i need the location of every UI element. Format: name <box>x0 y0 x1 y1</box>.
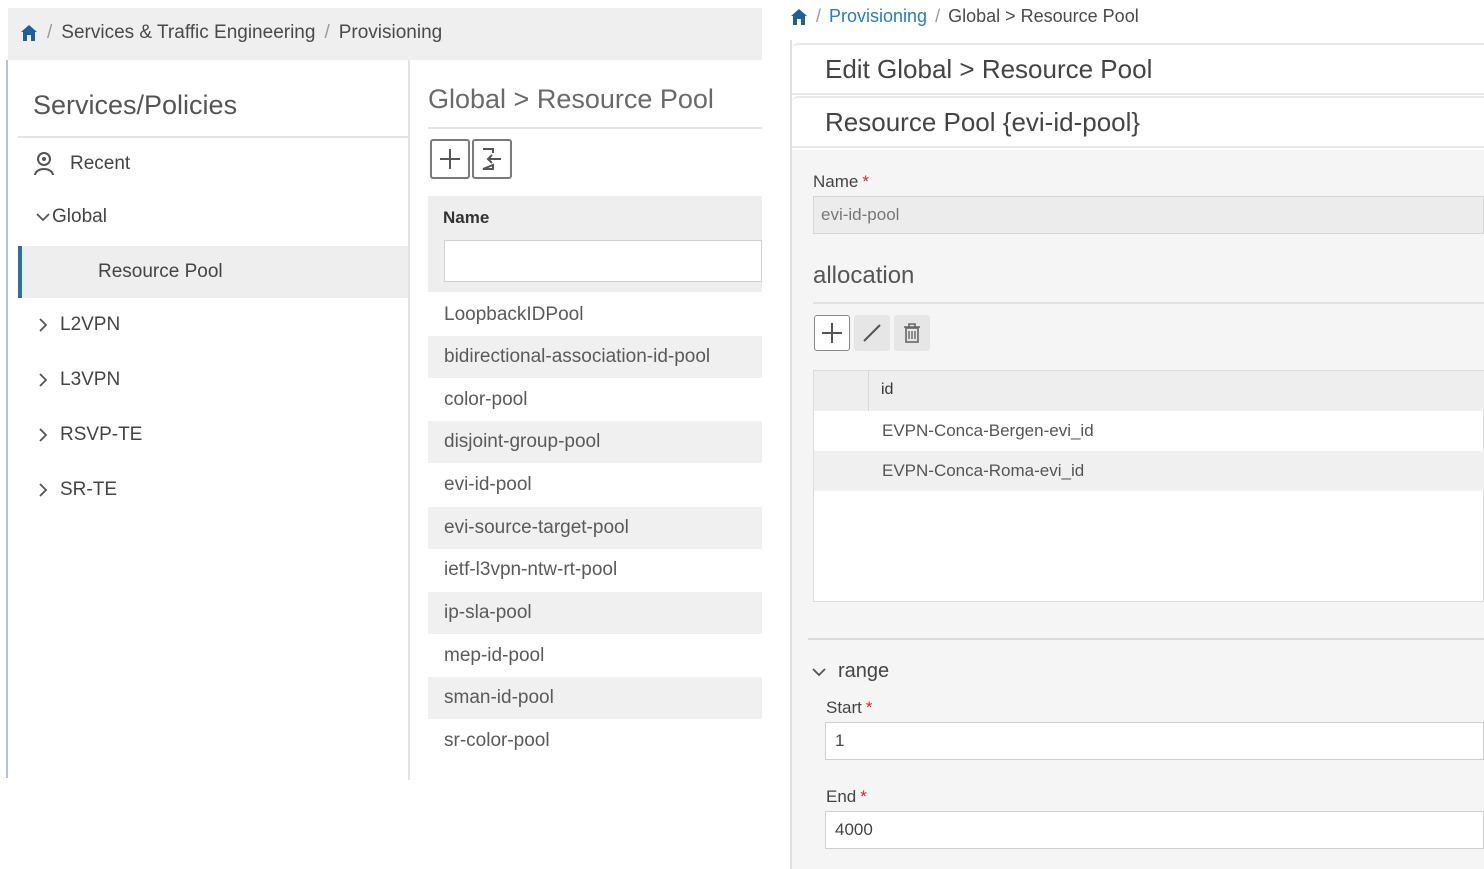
sidebar-item-label: RSVP-TE <box>60 424 143 445</box>
import-button[interactable] <box>472 139 512 179</box>
sidebar-item-label: Resource Pool <box>98 261 223 282</box>
plus-icon <box>822 323 842 343</box>
resource-pool-list-panel: Global > Resource Pool Name LoopbackIDPo… <box>428 60 762 780</box>
table-header: id <box>814 371 1484 411</box>
table-row[interactable]: EVPN-Conca-Roma-evi_id <box>814 451 1484 491</box>
pool-title: Resource Pool {evi-id-pool} <box>792 96 1484 148</box>
list-item[interactable]: disjoint-group-pool <box>428 421 762 463</box>
list-item[interactable]: mep-id-pool <box>428 635 762 677</box>
sidebar-item-resource-pool[interactable]: Resource Pool <box>18 246 408 298</box>
divider <box>808 638 1484 640</box>
list-item[interactable]: color-pool <box>428 379 762 421</box>
breadcrumb-current: Global > Resource Pool <box>948 6 1139 26</box>
end-label-text: End <box>826 787 857 806</box>
list-title: Global > Resource Pool <box>428 84 714 114</box>
list-item[interactable]: evi-id-pool <box>428 464 762 506</box>
list-item[interactable]: LoopbackIDPool <box>428 294 762 336</box>
list-item[interactable]: ietf-l3vpn-ntw-rt-pool <box>428 549 762 591</box>
sidebar: Services/Policies Recent Global Resource… <box>18 60 410 780</box>
home-icon[interactable] <box>20 24 38 42</box>
plus-icon <box>440 149 460 169</box>
import-icon <box>482 148 501 170</box>
required-marker: * <box>860 787 867 806</box>
allocation-table: id EVPN-Conca-Bergen-evi_id EVPN-Conca-R… <box>813 370 1484 602</box>
breadcrumb: / Services & Traffic Engineering / Provi… <box>20 22 442 44</box>
divider <box>428 127 762 129</box>
list-item[interactable]: sr-color-pool <box>428 720 762 762</box>
list-item[interactable]: ip-sla-pool <box>428 592 762 634</box>
start-field[interactable]: 1 <box>825 722 1484 760</box>
column-header-id[interactable]: id <box>881 381 893 399</box>
delete-allocation-button[interactable] <box>894 315 930 351</box>
sidebar-item-label: Global <box>52 206 107 227</box>
sidebar-item-label: L3VPN <box>60 369 121 390</box>
chevron-down-icon <box>812 667 826 676</box>
window-edge <box>6 60 8 778</box>
sidebar-item-global[interactable]: Global <box>18 191 408 243</box>
breadcrumb-separator: / <box>47 22 53 43</box>
start-label: Start * <box>826 698 873 718</box>
chevron-right-icon <box>39 373 48 387</box>
range-section-toggle[interactable]: range <box>810 660 889 683</box>
required-marker: * <box>862 172 869 191</box>
sidebar-item-label: Recent <box>70 153 131 174</box>
breadcrumb-separator: / <box>935 6 941 26</box>
chevron-right-icon <box>39 318 48 332</box>
chevron-right-icon <box>39 483 48 497</box>
list-item[interactable]: bidirectional-association-id-pool <box>428 336 762 378</box>
add-button[interactable] <box>430 139 470 179</box>
edit-title: Edit Global > Resource Pool <box>792 43 1484 95</box>
name-label: Name * <box>813 172 869 192</box>
sidebar-item-label: SR-TE <box>60 479 117 500</box>
end-label: End * <box>826 787 867 807</box>
column-header-name[interactable]: Name <box>428 196 762 240</box>
sidebar-item-sr-te[interactable]: SR-TE <box>18 464 408 516</box>
home-icon[interactable] <box>790 8 808 26</box>
edit-allocation-button[interactable] <box>854 315 890 351</box>
chevron-right-icon <box>39 428 48 442</box>
filter-row <box>428 240 762 292</box>
start-label-text: Start <box>826 698 862 717</box>
resource-pool-list-screen: / Services & Traffic Engineering / Provi… <box>0 0 762 780</box>
sidebar-item-l2vpn[interactable]: L2VPN <box>18 299 408 351</box>
chevron-down-icon <box>36 213 50 222</box>
sidebar-item-label: L2VPN <box>60 314 121 335</box>
breadcrumb-separator: / <box>324 22 330 43</box>
add-allocation-button[interactable] <box>814 315 850 351</box>
list-item[interactable]: sman-id-pool <box>428 677 762 719</box>
sidebar-item-l3vpn[interactable]: L3VPN <box>18 354 408 406</box>
recent-user-icon <box>34 152 54 176</box>
sidebar-item-rsvp-te[interactable]: RSVP-TE <box>18 409 408 461</box>
breadcrumb-services-traffic-engineering[interactable]: Services & Traffic Engineering <box>61 22 315 44</box>
column-divider <box>868 371 869 411</box>
sidebar-title: Services/Policies <box>33 90 238 120</box>
allocation-section-title: allocation <box>813 262 915 289</box>
edit-resource-pool-screen: / Provisioning / Global > Resource Pool … <box>780 0 1484 869</box>
breadcrumb-separator: / <box>816 6 822 26</box>
name-label-text: Name <box>813 172 859 191</box>
pencil-icon <box>863 324 881 342</box>
required-marker: * <box>865 698 873 717</box>
breadcrumb-provisioning-link[interactable]: Provisioning <box>829 6 927 27</box>
range-section-title: range <box>838 660 890 682</box>
breadcrumb-bar: / Services & Traffic Engineering / Provi… <box>8 8 762 60</box>
breadcrumb: / Provisioning / Global > Resource Pool <box>790 6 1139 27</box>
name-field[interactable]: evi-id-pool <box>813 196 1484 234</box>
name-filter-input[interactable] <box>444 240 762 282</box>
sidebar-item-recent[interactable]: Recent <box>18 138 408 190</box>
breadcrumb-provisioning[interactable]: Provisioning <box>339 22 443 44</box>
divider <box>813 302 1484 304</box>
list-item[interactable]: evi-source-target-pool <box>428 507 762 549</box>
trash-icon <box>904 323 920 343</box>
table-row[interactable]: EVPN-Conca-Bergen-evi_id <box>814 411 1484 451</box>
end-field[interactable]: 4000 <box>825 811 1484 849</box>
